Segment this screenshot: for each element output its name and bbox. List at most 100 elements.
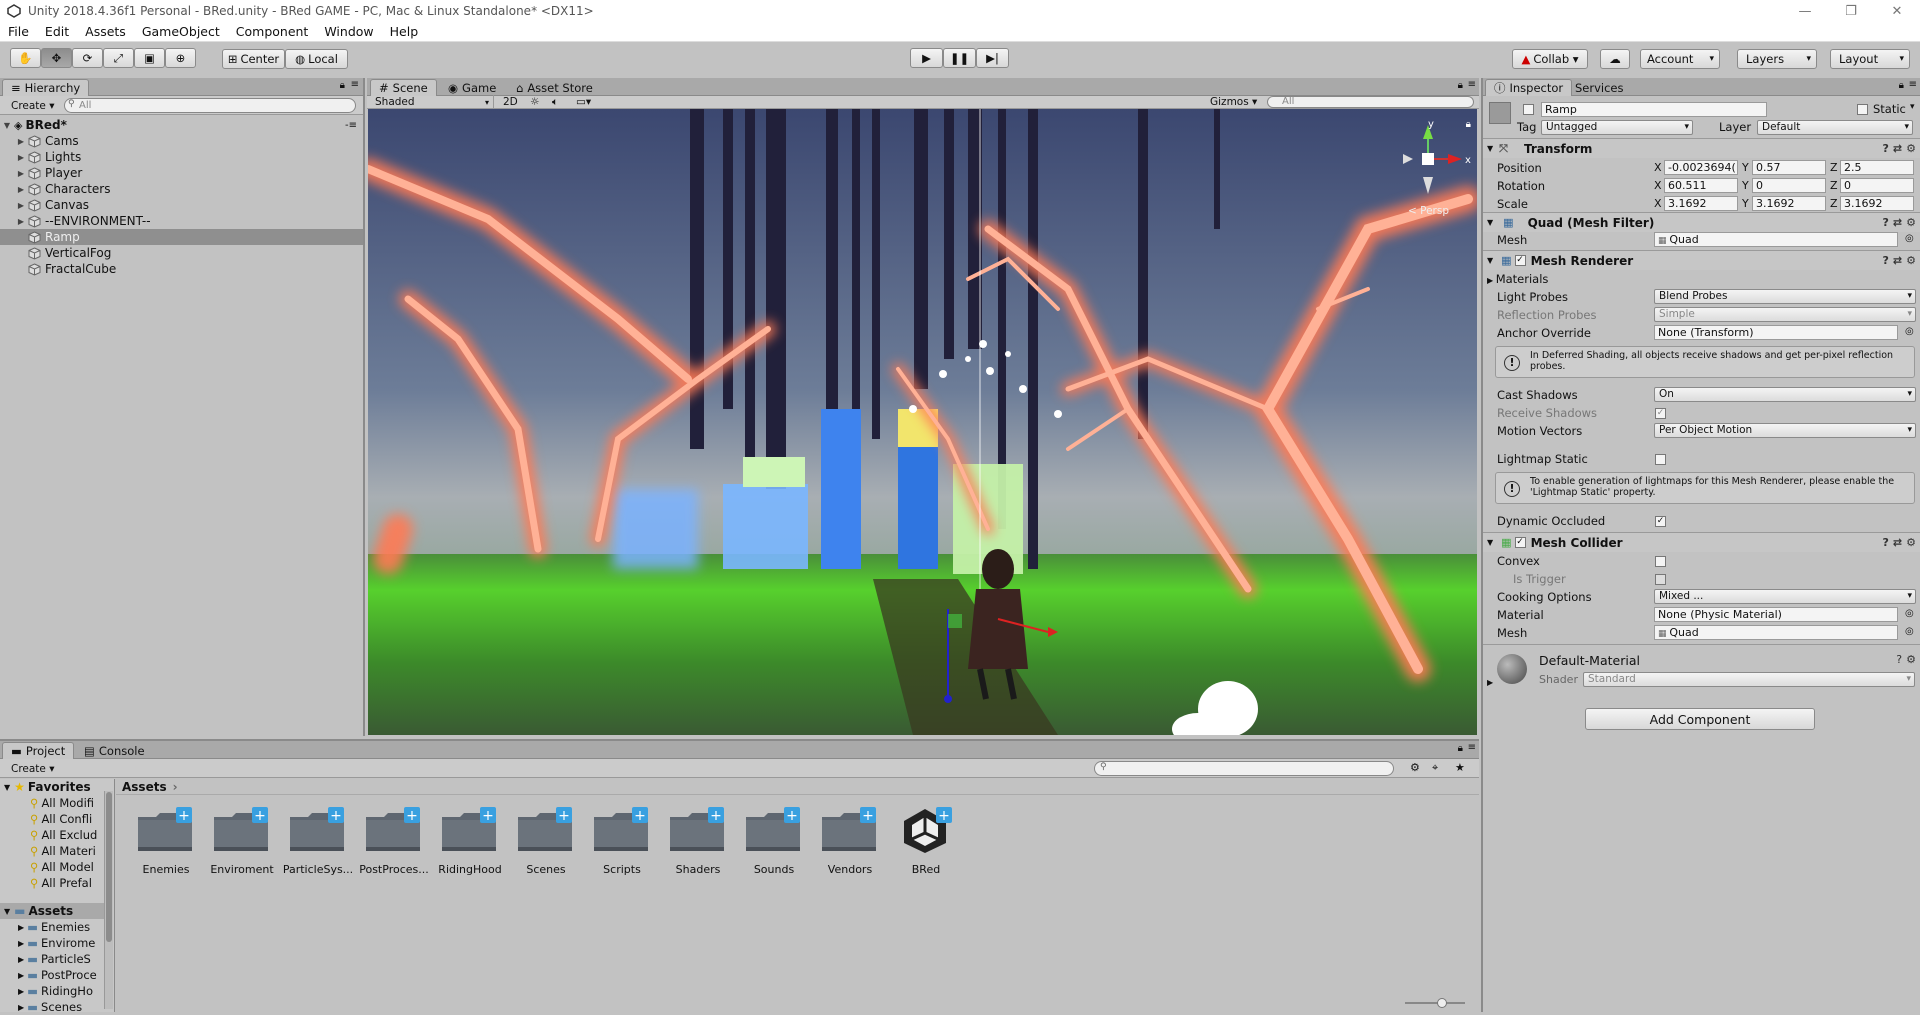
scene-menu-icon[interactable]: -≡ [345,120,357,131]
hierarchy-item[interactable]: ▶ Cams [0,133,363,149]
move-tool-button[interactable]: ✥ [41,48,72,68]
cloud-button[interactable]: ☁ [1600,49,1630,69]
convex-checkbox[interactable] [1655,556,1666,567]
settings-icon[interactable]: ⚙ [1906,142,1916,155]
zoom-slider-thumb[interactable] [1437,998,1447,1008]
persp-label[interactable]: < Persp [1408,205,1449,217]
scene-search-input[interactable]: All [1267,96,1474,108]
menu-file[interactable]: File [0,24,37,39]
rect-tool-button[interactable]: ▣ [134,48,165,68]
scale-tool-button[interactable]: ⤢ [103,48,134,68]
expand-arrow-icon[interactable]: ▶ [14,169,28,178]
anchor-override-field[interactable]: None (Transform) [1654,325,1898,340]
collab-button[interactable]: ▲ Collab ▾ [1512,49,1588,69]
hierarchy-item[interactable]: ▶ Player [0,165,363,181]
mesh-renderer-enabled-checkbox[interactable]: ✓ [1514,255,1526,266]
help-icon[interactable]: ? [1883,254,1889,267]
favorite-search-item[interactable]: ⚲ All Model [30,859,94,875]
expand-arrow-icon[interactable]: ▶ [18,923,24,932]
settings-icon[interactable]: ⚙ [1906,536,1916,549]
collider-material-field[interactable]: None (Physic Material) [1654,607,1898,622]
favorite-search-item[interactable]: ⚲ All Exclud [30,827,97,843]
asset-tree-folder[interactable]: ▶ ▬ Envirome [18,935,95,951]
scene-render[interactable]: y x < Persp [368,109,1477,735]
cooking-options-dropdown[interactable]: Mixed ... [1654,589,1916,604]
transform-position-z-field[interactable]: 2.5 [1840,160,1914,175]
pause-button[interactable]: ❚❚ [943,48,976,68]
lighting-toggle-icon[interactable]: ☼ [525,95,544,109]
transform-tool-button[interactable]: ⊕ [165,48,196,68]
lock-icon[interactable]: 🔒︎ [340,80,345,91]
object-name-input[interactable]: Ramp [1541,102,1767,117]
assets-tree-header[interactable]: ▼ ▬ Assets [0,903,104,919]
asset-tree-folder[interactable]: ▶ ▬ PostProce [18,967,97,983]
panel-menu-icon[interactable]: ≡ [351,79,359,90]
hand-tool-button[interactable]: ✋ [10,48,41,68]
tab-project[interactable]: ▬ Project [2,742,75,759]
object-picker-icon[interactable]: ◎ [1905,608,1914,619]
favorites-header[interactable]: ▼ ★ Favorites [0,779,91,795]
asset-tree-folder[interactable]: ▶ ▬ ParticleS [18,951,91,967]
mesh-collider-enabled-checkbox[interactable]: ✓ [1514,537,1526,548]
space-local-button[interactable]: ◍ Local [285,49,348,69]
project-create-button[interactable]: Create ▾ [6,761,60,776]
preset-icon[interactable]: ⇄ [1893,536,1902,549]
asset-tree-folder[interactable]: ▶ ▬ Scenes [18,999,82,1015]
active-checkbox[interactable] [1523,104,1534,115]
tab-inspector[interactable]: ⓘ Inspector [1485,79,1573,96]
favorite-search-item[interactable]: ⚲ All Modifi [30,795,94,811]
scene-lock-icon[interactable]: 🔒︎ [1458,80,1463,91]
favorite-search-item[interactable]: ⚲ All Prefal [30,875,92,891]
menu-help[interactable]: Help [382,24,427,39]
favorite-search-item[interactable]: ⚲ All Materi [30,843,96,859]
menu-component[interactable]: Component [228,24,317,39]
step-button[interactable]: ▶| [976,48,1009,68]
transform-rotation-x-field[interactable]: 60.511 [1664,178,1738,193]
object-picker-icon[interactable]: ◎ [1905,626,1914,637]
help-icon[interactable]: ? [1896,653,1902,666]
project-search-input[interactable] [1094,761,1394,776]
asset-folder[interactable]: + BRed [888,801,958,881]
project-lock-icon[interactable]: 🔒︎ [1458,743,1463,754]
fold-arrow-icon[interactable]: ▼ [1487,538,1493,547]
mesh-renderer-header[interactable]: ▼ ▦ ✓ Mesh Renderer ? ⇄ ⚙ [1483,250,1920,270]
static-checkbox[interactable] [1857,104,1868,115]
transform-scale-y-field[interactable]: 3.1692 [1752,196,1826,211]
expand-arrow-icon[interactable]: ▶ [14,201,28,210]
light-probes-dropdown[interactable]: Blend Probes [1654,289,1916,304]
help-icon[interactable]: ? [1883,216,1889,229]
layer-dropdown[interactable]: Default [1757,120,1913,135]
fold-arrow-icon[interactable]: ▼ [1487,218,1493,227]
asset-folder[interactable]: + Enemies [128,801,198,881]
tab-scene[interactable]: # Scene [370,79,437,96]
motion-vectors-dropdown[interactable]: Per Object Motion [1654,423,1916,438]
hierarchy-item[interactable]: ▶ Lights [0,149,363,165]
materials-foldout[interactable]: ▶ Materials [1487,272,1548,286]
hierarchy-item[interactable]: ▶ Characters [0,181,363,197]
asset-folder[interactable]: + Enviroment [204,801,274,881]
transform-scale-z-field[interactable]: 3.1692 [1840,196,1914,211]
asset-folder[interactable]: + Shaders [660,801,730,881]
tab-asset-store[interactable]: ⌂ Asset Store [508,79,601,96]
mesh-filter-header[interactable]: ▼ ▦ Quad (Mesh Filter) ? ⇄ ⚙ [1483,212,1920,232]
lightmap-static-checkbox[interactable] [1655,454,1666,465]
hierarchy-create-button[interactable]: Create ▾ [6,98,60,113]
add-component-button[interactable]: Add Component [1585,708,1815,730]
tree-scrollbar[interactable] [104,791,113,1009]
transform-header[interactable]: ▼ ⤧ Transform ? ⇄ ⚙ [1483,138,1920,158]
tab-services[interactable]: Services [1567,79,1632,96]
asset-folder[interactable]: + Sounds [736,801,806,881]
expand-arrow-icon[interactable]: ▶ [14,217,28,226]
menu-gameobject[interactable]: GameObject [134,24,228,39]
inspector-lock-icon[interactable]: 🔒︎ [1899,80,1904,91]
hierarchy-item[interactable]: ▶ Canvas [0,197,363,213]
scene-root-row[interactable]: ▼ ◈ BRed* -≡ [0,117,363,133]
object-picker-icon[interactable]: ◎ [1905,326,1914,337]
fold-arrow-icon[interactable]: ▼ [1487,144,1493,153]
settings-icon[interactable]: ⚙ [1906,254,1916,267]
asset-folder[interactable]: + PostProces... [356,801,429,881]
minimize-button[interactable]: — [1782,0,1828,22]
inspector-menu-icon[interactable]: ≡ [1909,79,1917,90]
asset-folder[interactable]: + RidingHood [432,801,502,881]
hierarchy-item[interactable]: FractalCube [0,261,363,277]
